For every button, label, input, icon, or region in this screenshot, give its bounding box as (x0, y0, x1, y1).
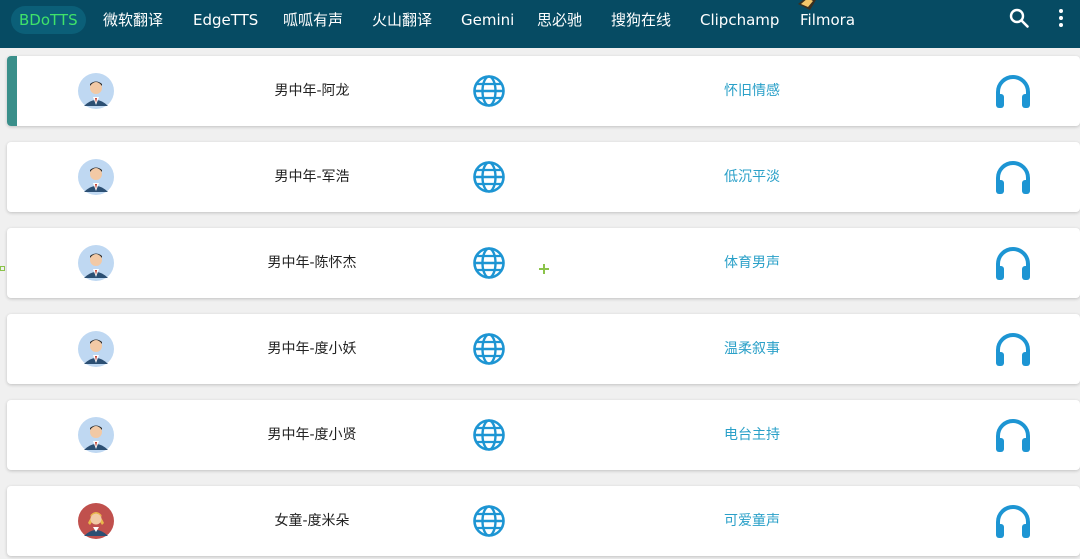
search-icon[interactable] (1007, 6, 1031, 30)
tab-sibichi[interactable]: 思必驰 (537, 6, 582, 34)
voice-name: 男中年-陈怀杰 (267, 255, 357, 271)
tab-bdotts[interactable]: BDoTTS (11, 6, 86, 34)
tab-guagua[interactable]: 呱呱有声 (283, 6, 343, 34)
voice-style: 怀旧情感 (724, 83, 780, 99)
globe-icon[interactable] (472, 332, 506, 366)
voice-name: 男中年-阿龙 (274, 83, 350, 99)
plus-icon (539, 264, 549, 274)
headphones-icon[interactable] (993, 330, 1033, 370)
edge-handle-icon (0, 266, 5, 271)
headphones-icon[interactable] (993, 72, 1033, 112)
voice-name: 女童-度米朵 (274, 513, 350, 529)
globe-icon[interactable] (472, 160, 506, 194)
top-tab-bar: BDoTTS 微软翻译 EdgeTTS 呱呱有声 火山翻译 Gemini 思必驰… (0, 0, 1080, 48)
female-avatar-icon (78, 503, 114, 539)
voice-style: 电台主持 (724, 427, 780, 443)
tab-edgetts[interactable]: EdgeTTS (193, 6, 258, 34)
voice-style: 体育男声 (724, 255, 780, 271)
globe-icon[interactable] (472, 74, 506, 108)
voice-style: 温柔叙事 (724, 341, 780, 357)
voice-style: 可爱童声 (724, 513, 780, 529)
globe-icon[interactable] (472, 246, 506, 280)
globe-icon[interactable] (472, 418, 506, 452)
headphones-icon[interactable] (993, 158, 1033, 198)
voice-name: 男中年-度小贤 (267, 427, 357, 443)
voice-card[interactable]: 男中年-度小妖 温柔叙事 (7, 314, 1080, 384)
tab-microsoft-translate[interactable]: 微软翻译 (103, 6, 163, 34)
voice-card[interactable]: 男中年-军浩 低沉平淡 (7, 142, 1080, 212)
male-avatar-icon (78, 159, 114, 195)
male-avatar-icon (78, 331, 114, 367)
voice-style: 低沉平淡 (724, 169, 780, 185)
male-avatar-icon (78, 245, 114, 281)
tab-gemini[interactable]: Gemini (461, 6, 514, 34)
voice-name: 男中年-军浩 (274, 169, 350, 185)
globe-icon[interactable] (472, 504, 506, 538)
voice-card[interactable]: 男中年-阿龙 怀旧情感 (7, 56, 1080, 126)
tab-clipchamp[interactable]: Clipchamp (700, 6, 779, 34)
voice-card[interactable]: 女童-度米朵 可爱童声 (7, 486, 1080, 556)
voice-card[interactable]: 男中年-度小贤 电台主持 (7, 400, 1080, 470)
tab-volcano-translate[interactable]: 火山翻译 (372, 6, 432, 34)
cursor-icon (798, 0, 816, 10)
headphones-icon[interactable] (993, 502, 1033, 542)
headphones-icon[interactable] (993, 416, 1033, 456)
more-vert-icon[interactable] (1049, 6, 1073, 30)
male-avatar-icon (78, 417, 114, 453)
tab-sogou-online[interactable]: 搜狗在线 (611, 6, 671, 34)
headphones-icon[interactable] (993, 244, 1033, 284)
male-avatar-icon (78, 73, 114, 109)
voice-name: 男中年-度小妖 (267, 341, 357, 357)
